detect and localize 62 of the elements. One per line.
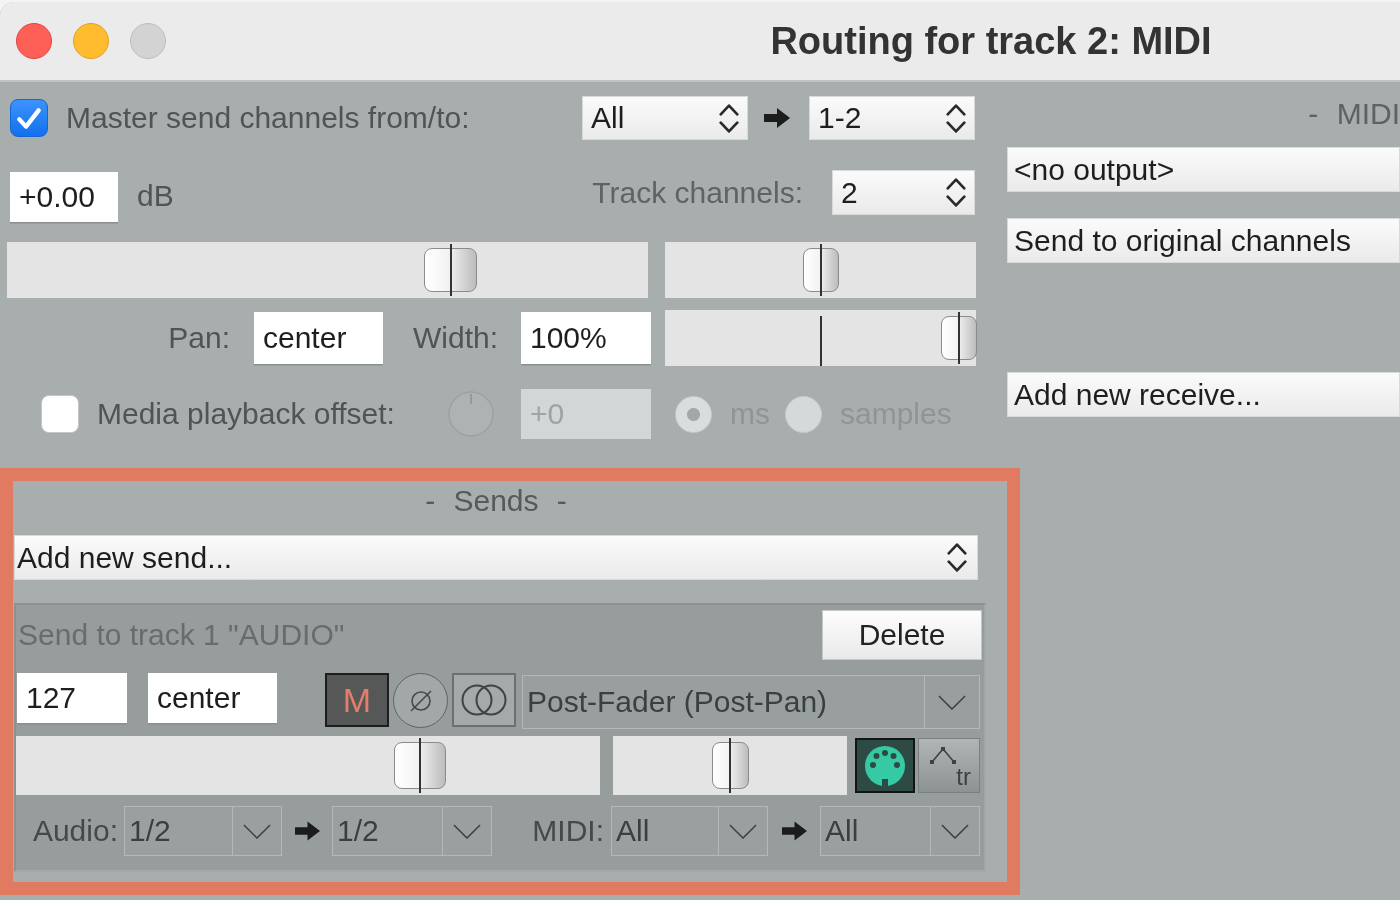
- midi-section-heading: - MIDI: [1308, 97, 1400, 131]
- send-volume-slider[interactable]: [16, 736, 600, 795]
- slider-thumb[interactable]: [424, 244, 478, 296]
- mono-button[interactable]: [452, 673, 516, 727]
- db-label: dB: [137, 179, 174, 213]
- updown-chevron-icon: [946, 103, 966, 133]
- envelope-button[interactable]: tr: [918, 738, 980, 793]
- send-volume-field[interactable]: 127: [17, 673, 127, 723]
- volume-field[interactable]: +0.00: [10, 172, 118, 222]
- midi-label: MIDI:: [532, 814, 604, 848]
- channel-dropdown[interactable]: All: [611, 806, 768, 856]
- two-circles-icon: [460, 684, 508, 716]
- midi-button[interactable]: [855, 738, 915, 793]
- slider-thumb[interactable]: [711, 738, 749, 793]
- pan-slider[interactable]: [665, 242, 976, 298]
- width-label: Width:: [412, 321, 498, 355]
- right-arrow-icon: [294, 821, 320, 841]
- updown-chevron-icon: [719, 103, 739, 133]
- send-mode-dropdown[interactable]: Post-Fader (Post-Pan): [522, 675, 980, 729]
- add-send-dropdown[interactable]: Add new send...: [14, 535, 978, 580]
- checkmark-icon: [17, 107, 41, 129]
- channel-dropdown[interactable]: All: [820, 806, 980, 856]
- updown-chevron-icon: [946, 178, 966, 207]
- channel-dropdown[interactable]: 1/2: [332, 806, 492, 856]
- right-arrow-icon: [764, 108, 790, 128]
- chevron-down-icon: [938, 694, 966, 710]
- midi-connector-icon: [864, 744, 906, 787]
- volume-slider[interactable]: [7, 242, 648, 298]
- chevron-down-icon: [453, 823, 481, 839]
- pan-field[interactable]: center: [254, 312, 383, 364]
- audio-label: Audio:: [32, 814, 118, 848]
- zoom-button[interactable]: [130, 23, 166, 59]
- master-send-label: Master send channels from/to:: [66, 101, 470, 135]
- slider-thumb[interactable]: [941, 312, 977, 364]
- channels-to-dropdown[interactable]: 1-2: [809, 96, 975, 140]
- channels-from-dropdown[interactable]: All: [582, 96, 748, 140]
- width-field[interactable]: 100%: [521, 312, 651, 364]
- track-channels-label: Track channels:: [592, 176, 803, 210]
- delete-button[interactable]: Delete: [822, 610, 982, 660]
- midi-output-dropdown[interactable]: <no output>: [1007, 147, 1400, 192]
- slider-thumb[interactable]: [393, 738, 446, 793]
- send-pan-slider[interactable]: [613, 736, 847, 795]
- window-title: Routing for track 2: MIDI: [770, 19, 1212, 63]
- envelope-line-icon: [929, 745, 957, 765]
- slider-thumb[interactable]: [802, 244, 839, 296]
- width-slider[interactable]: [665, 310, 976, 366]
- chevron-down-icon: [243, 823, 271, 839]
- track-channels-dropdown[interactable]: 2: [832, 170, 975, 215]
- close-button[interactable]: [16, 23, 52, 59]
- add-receive-dropdown[interactable]: Add new receive...: [1007, 372, 1400, 417]
- right-arrow-icon: [781, 821, 807, 841]
- chevron-down-icon: [729, 823, 757, 839]
- checkbox[interactable]: [10, 99, 48, 137]
- minimize-button[interactable]: [73, 23, 109, 59]
- channel-mode-dropdown[interactable]: Send to original channels: [1007, 218, 1400, 263]
- chevron-down-icon: [941, 823, 969, 839]
- sends-heading: - Sends -: [425, 484, 567, 518]
- updown-chevron-icon: [947, 543, 967, 572]
- channel-dropdown[interactable]: 1/2: [124, 806, 282, 856]
- media-offset-label: Media playback offset:: [97, 397, 395, 431]
- pan-label: Pan:: [168, 321, 230, 355]
- send-pan-field[interactable]: center: [148, 673, 277, 723]
